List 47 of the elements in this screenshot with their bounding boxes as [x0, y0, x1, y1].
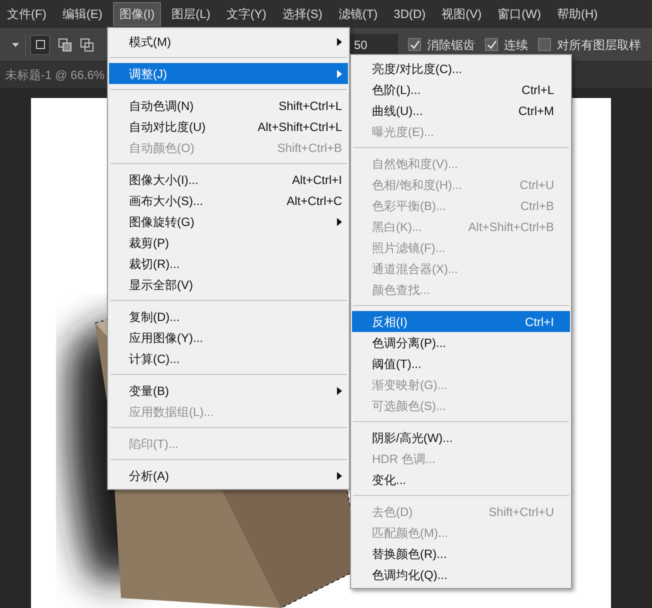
menu-item[interactable]: 调整(J): [109, 63, 348, 84]
menu-item[interactable]: 阈值(T)...: [352, 353, 570, 374]
new-selection-button[interactable]: [30, 34, 50, 54]
menu-bar-item[interactable]: 文件(F): [2, 2, 52, 26]
menu-item[interactable]: 色阶(L)... Ctrl+L: [352, 79, 570, 100]
menu-item[interactable]: 反相(I) Ctrl+I: [352, 311, 570, 332]
checkbox-label: 对所有图层取样: [557, 36, 641, 54]
menu-item[interactable]: 图像旋转(G): [109, 211, 348, 232]
menu-item[interactable]: 替换颜色(R)...: [352, 543, 570, 564]
menu-item[interactable]: 变化...: [352, 469, 570, 490]
menu-item[interactable]: 模式(M): [109, 31, 348, 52]
checkbox[interactable]: [538, 38, 551, 51]
checkbox[interactable]: [408, 38, 421, 51]
menu-bar-item[interactable]: 图像(I): [113, 2, 161, 26]
checkbox[interactable]: [485, 38, 498, 51]
menu-item[interactable]: 色调均化(Q)...: [352, 564, 570, 585]
menu-item[interactable]: 裁切(R)...: [109, 253, 348, 274]
menu-item[interactable]: 阴影/高光(W)...: [352, 427, 570, 448]
subtract-selection-icon[interactable]: [80, 38, 94, 52]
menu-bar-item[interactable]: 编辑(E): [57, 2, 108, 26]
menu-bar-item[interactable]: 3D(D): [388, 2, 431, 26]
menu-item[interactable]: 计算(C)...: [109, 348, 348, 369]
menu-item[interactable]: 裁剪(P): [109, 232, 348, 253]
menu-item[interactable]: 色调分离(P)...: [352, 332, 570, 353]
checkbox-label: 消除锯齿: [427, 36, 475, 54]
menu-item[interactable]: 应用图像(Y)...: [109, 327, 348, 348]
menu-item[interactable]: 变量(B): [109, 380, 348, 401]
menu-item[interactable]: 自动对比度(U) Alt+Shift+Ctrl+L: [109, 116, 348, 137]
menu-item[interactable]: 显示全部(V): [109, 274, 348, 295]
menu-bar-item[interactable]: 文字(Y): [221, 2, 272, 26]
menu-bar-item[interactable]: 图层(L): [166, 2, 216, 26]
menu-bar-item[interactable]: 滤镜(T): [333, 2, 383, 26]
menu-item[interactable]: 复制(D)...: [109, 306, 348, 327]
menu-item[interactable]: 分析(A): [109, 465, 348, 486]
checkbox-label: 连续: [504, 36, 528, 54]
caret-icon[interactable]: [12, 42, 19, 46]
add-selection-icon[interactable]: [58, 38, 72, 52]
menu-bar-item[interactable]: 视图(V): [436, 2, 487, 26]
menu-bar-item[interactable]: 帮助(H): [552, 2, 603, 26]
menu-bar-item[interactable]: 选择(S): [277, 2, 328, 26]
menu-item[interactable]: 亮度/对比度(C)...: [352, 58, 570, 79]
tolerance-field[interactable]: 50: [350, 34, 398, 56]
menu-item[interactable]: 曲线(U)... Ctrl+M: [352, 100, 570, 121]
menu-bar-item[interactable]: 窗口(W): [492, 2, 546, 26]
menu-item[interactable]: 自动色调(N) Shift+Ctrl+L: [109, 95, 348, 116]
menu-item[interactable]: 图像大小(I)... Alt+Ctrl+I: [109, 169, 348, 190]
menu-item[interactable]: 画布大小(S)... Alt+Ctrl+C: [109, 190, 348, 211]
